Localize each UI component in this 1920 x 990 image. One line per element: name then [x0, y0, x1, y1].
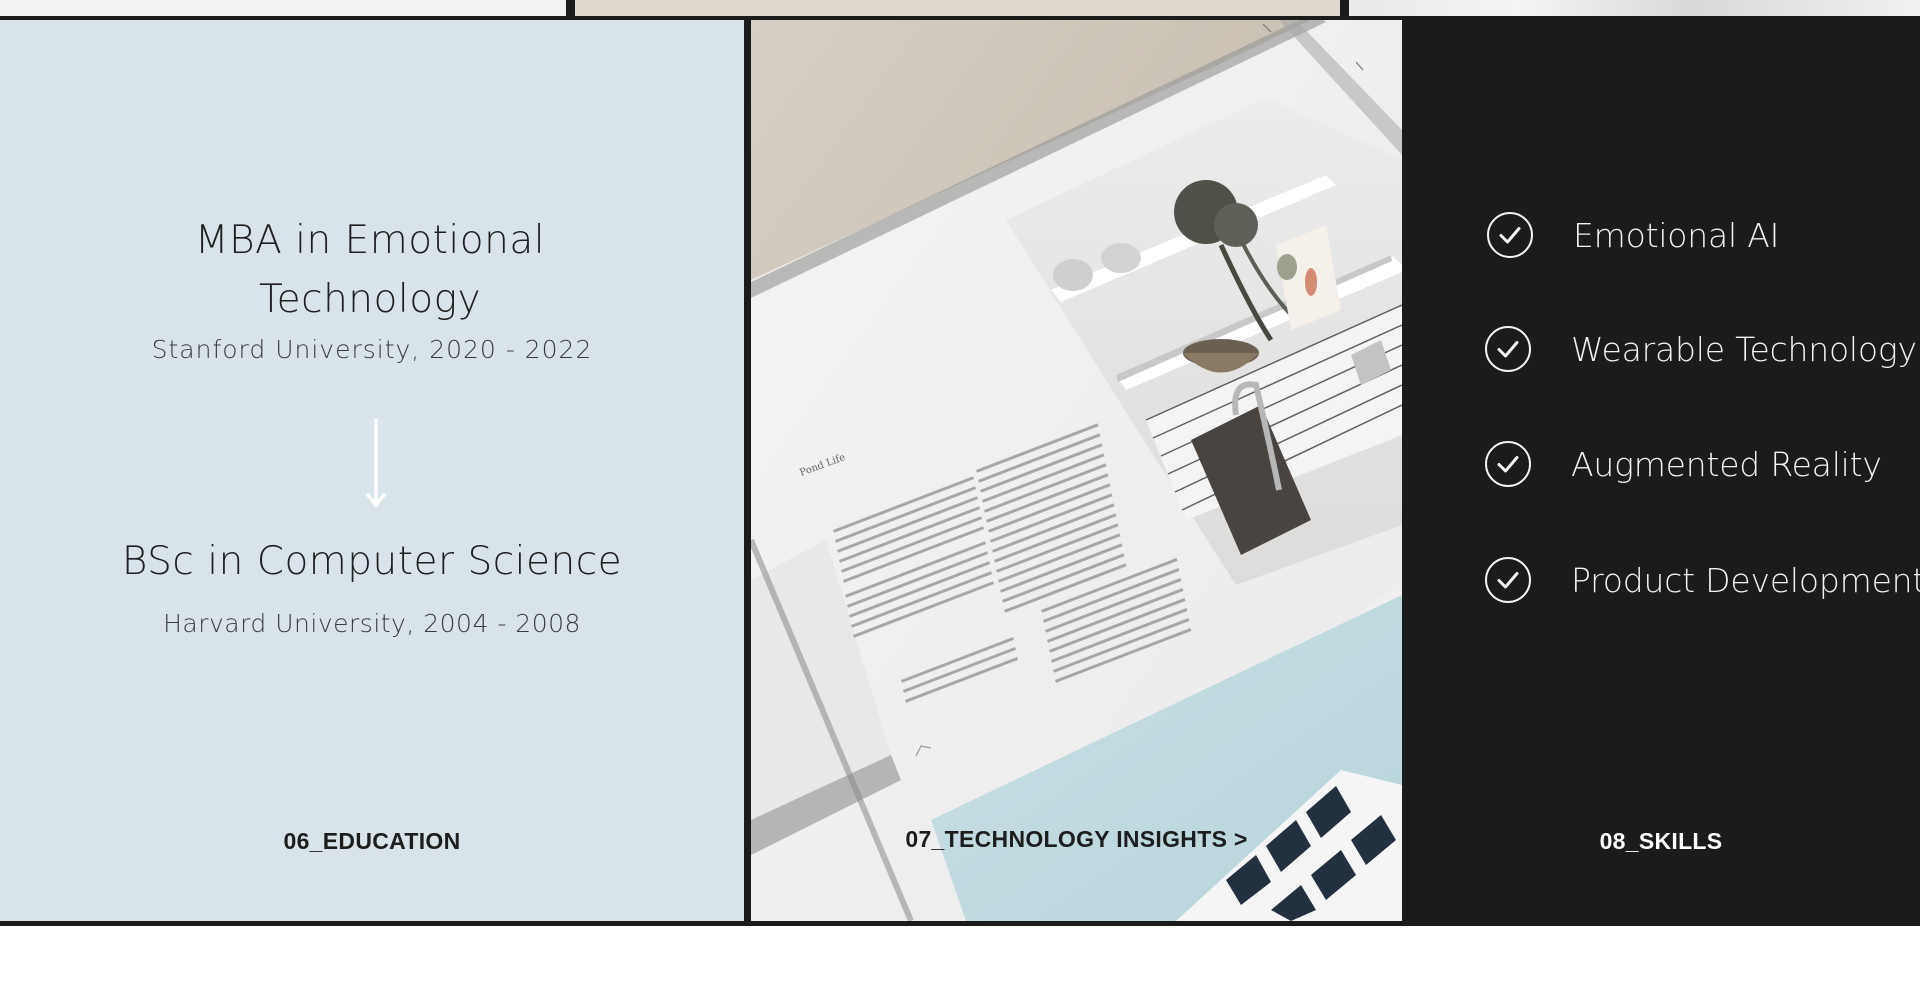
technology-insights-link[interactable]: 07_TECHNOLOGY INSIGHTS > [751, 826, 1402, 853]
check-circle-icon [1485, 557, 1531, 603]
skill-item: Product Development [1484, 555, 1920, 605]
portfolio-page: MBA in Emotional Technology Stanford Uni… [0, 0, 1920, 990]
magazine-spread-photo: Pond Life [751, 20, 1402, 921]
previous-tile-left[interactable] [0, 0, 566, 16]
degree-title: BSc in Computer Science [121, 539, 623, 584]
previous-tile-center[interactable] [575, 0, 1340, 16]
skills-tile: Emotional AI Wearable Technology Augment… [1402, 20, 1920, 921]
degree-institution: Harvard University, 2004 - 2008 [163, 609, 581, 638]
skill-label: Product Development [1571, 560, 1920, 600]
arrow-down-icon [365, 419, 387, 508]
skill-label: Wearable Technology [1571, 329, 1917, 369]
skills-section-label: 08_SKILLS [1599, 828, 1723, 854]
tiles-row: MBA in Emotional Technology Stanford Uni… [0, 16, 1920, 926]
education-section-label: 06_EDUCATION [283, 828, 461, 854]
skill-item: Wearable Technology [1484, 324, 1917, 374]
skill-label: Augmented Reality [1571, 444, 1882, 484]
skill-item: Emotional AI [1486, 210, 1779, 260]
education-tile: MBA in Emotional Technology Stanford Uni… [0, 20, 744, 921]
check-circle-icon [1485, 326, 1531, 372]
skill-label: Emotional AI [1573, 215, 1780, 255]
degree-institution: Stanford University, 2020 - 2022 [151, 335, 593, 364]
skill-item: Augmented Reality [1484, 439, 1882, 489]
technology-insights-tile[interactable]: Pond Life 07_TECHNOLOGY INSIGHTS > [751, 20, 1402, 921]
degree-title: MBA in Emotional Technology [194, 218, 546, 322]
check-circle-icon [1487, 212, 1533, 258]
check-circle-icon [1485, 441, 1531, 487]
page-bottom-space [0, 926, 1920, 990]
previous-tile-right[interactable] [1349, 0, 1920, 16]
